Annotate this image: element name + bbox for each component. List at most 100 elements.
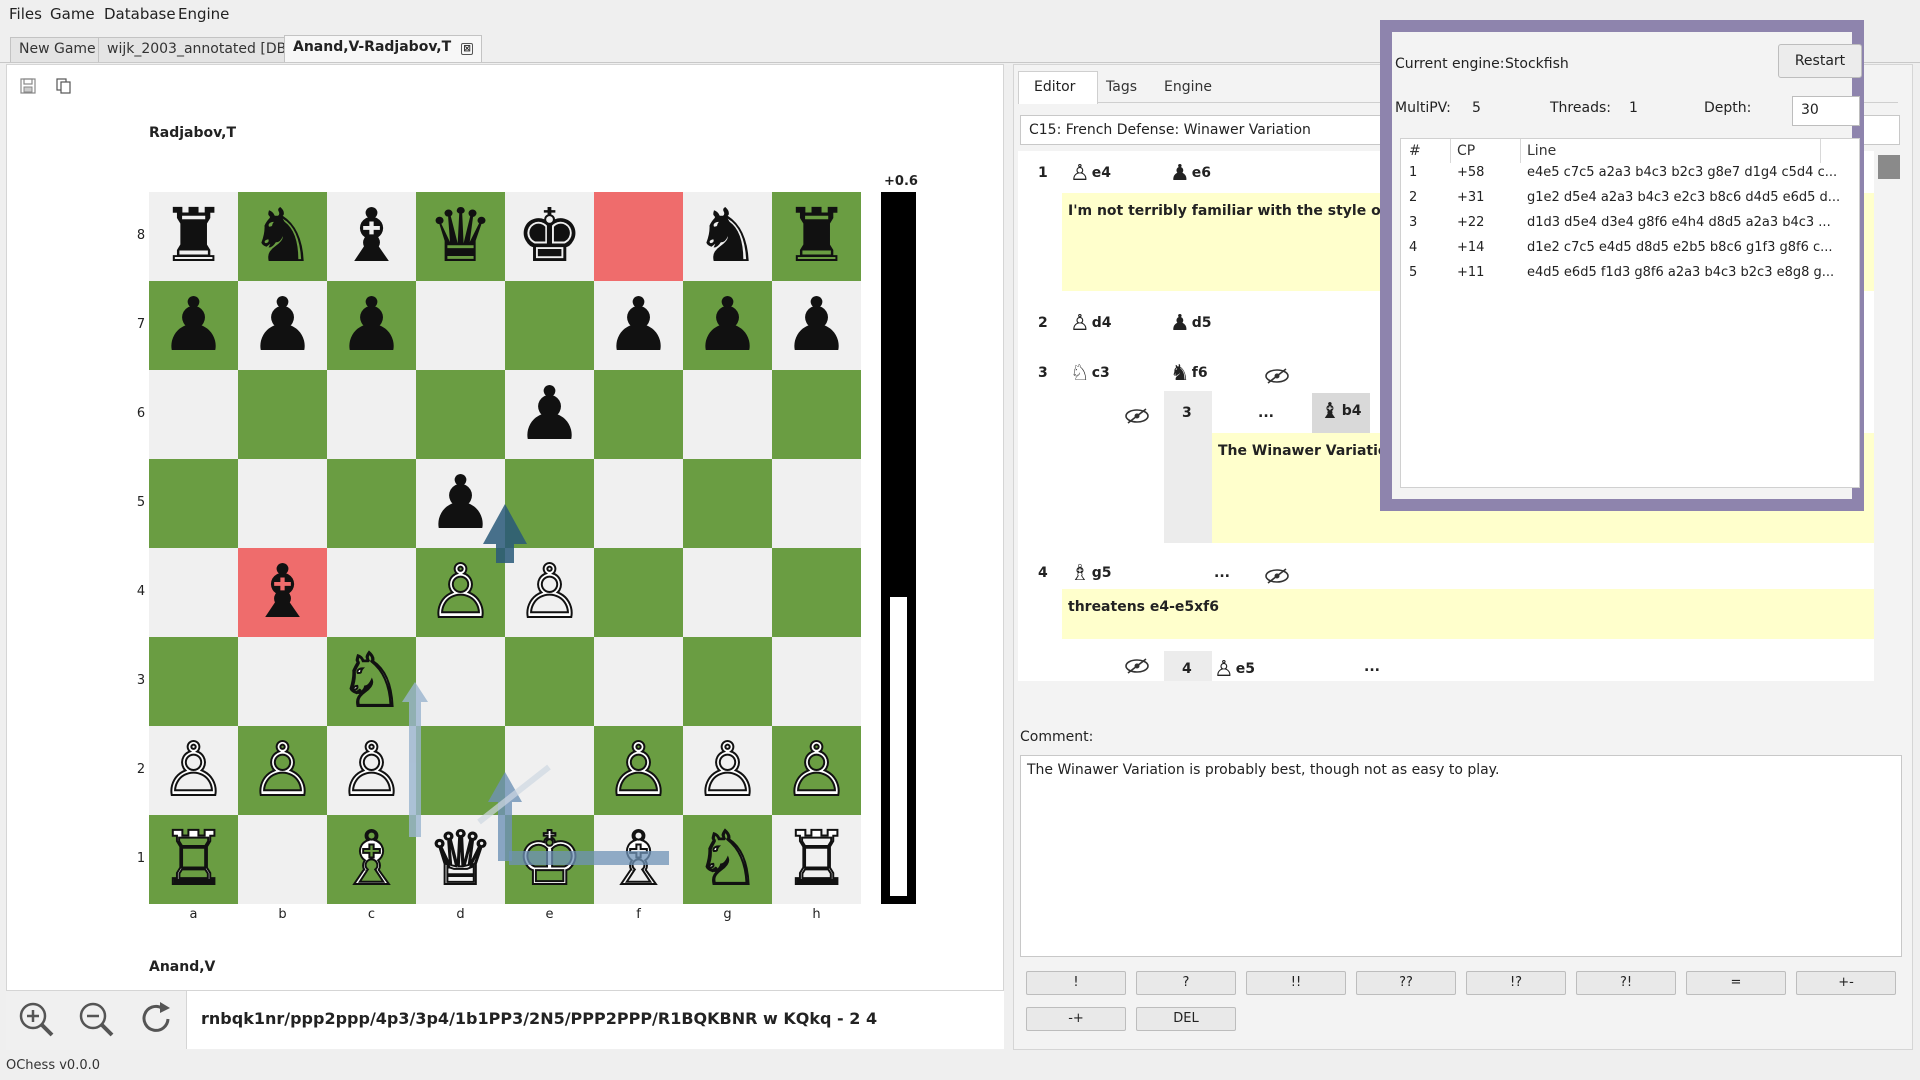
black-pawn-icon[interactable]: ♟ [238,281,327,370]
square-c3[interactable]: ♘ [327,637,416,726]
square-g1[interactable]: ♘ [683,815,772,904]
square-a7[interactable]: ♟ [149,281,238,370]
hide-variation-icon[interactable] [1264,367,1290,385]
zoom-out-icon[interactable] [76,999,116,1039]
multipv-value[interactable]: 5 [1472,100,1481,116]
square-d1[interactable]: ♕ [416,815,505,904]
white-rook-icon[interactable]: ♖ [149,815,238,904]
square-g3[interactable] [683,637,772,726]
square-c4[interactable] [327,548,416,637]
white-rook-icon[interactable]: ♖ [772,815,861,904]
square-d8[interactable]: ♛ [416,192,505,281]
white-pawn-icon[interactable]: ♙ [683,726,772,815]
square-d7[interactable] [416,281,505,370]
move-comment[interactable]: threatens e4-e5xf6 [1062,589,1888,639]
square-g7[interactable]: ♟ [683,281,772,370]
nag-black-winning-button[interactable]: -+ [1026,1007,1126,1031]
tab-engine[interactable]: Engine [1164,79,1212,95]
square-f3[interactable] [594,637,683,726]
square-g2[interactable]: ♙ [683,726,772,815]
square-h5[interactable] [772,459,861,548]
menu-database[interactable]: Database [104,5,176,23]
move-white[interactable]: ♙ d4 [1070,311,1112,336]
restart-button[interactable]: Restart [1778,44,1862,78]
black-king-icon[interactable]: ♚ [505,192,594,281]
move-white[interactable]: ♘ c3 [1070,361,1110,386]
square-a2[interactable]: ♙ [149,726,238,815]
depth-input[interactable]: 30 [1792,96,1860,126]
square-h1[interactable]: ♖ [772,815,861,904]
tab-editor[interactable]: Editor [1034,79,1075,95]
square-a6[interactable] [149,370,238,459]
black-bishop-icon[interactable]: ♝ [238,548,327,637]
square-b3[interactable] [238,637,327,726]
white-pawn-icon[interactable]: ♙ [416,548,505,637]
white-queen-icon[interactable]: ♕ [416,815,505,904]
white-king-icon[interactable]: ♔ [505,815,594,904]
nag-brilliant-button[interactable]: !! [1246,971,1346,995]
square-h4[interactable] [772,548,861,637]
move-black-selected[interactable]: ♝ b4 [1312,393,1370,433]
square-e4[interactable]: ♙ [505,548,594,637]
square-c6[interactable] [327,370,416,459]
square-f8[interactable] [594,192,683,281]
black-pawn-icon[interactable]: ♟ [416,459,505,548]
square-e8[interactable]: ♚ [505,192,594,281]
square-e5[interactable] [505,459,594,548]
square-b6[interactable] [238,370,327,459]
square-c5[interactable] [327,459,416,548]
square-b5[interactable] [238,459,327,548]
nag-good-button[interactable]: ! [1026,971,1126,995]
black-queen-icon[interactable]: ♛ [416,192,505,281]
black-rook-icon[interactable]: ♜ [149,192,238,281]
square-a8[interactable]: ♜ [149,192,238,281]
square-h6[interactable] [772,370,861,459]
scrollbar-thumb[interactable] [1878,155,1900,179]
black-pawn-icon[interactable]: ♟ [505,370,594,459]
square-h2[interactable]: ♙ [772,726,861,815]
menu-game[interactable]: Game [50,5,95,23]
square-g6[interactable] [683,370,772,459]
square-d6[interactable] [416,370,505,459]
copy-icon[interactable] [55,77,73,95]
white-pawn-icon[interactable]: ♙ [594,726,683,815]
square-d4[interactable]: ♙ [416,548,505,637]
black-pawn-icon[interactable]: ♟ [149,281,238,370]
square-d3[interactable] [416,637,505,726]
square-f2[interactable]: ♙ [594,726,683,815]
square-c8[interactable]: ♝ [327,192,416,281]
move-black[interactable]: ♟ d5 [1170,311,1212,336]
zoom-in-icon[interactable] [16,999,56,1039]
white-pawn-icon[interactable]: ♙ [772,726,861,815]
nag-blunder-button[interactable]: ?? [1356,971,1456,995]
black-pawn-icon[interactable]: ♟ [772,281,861,370]
white-knight-icon[interactable]: ♘ [683,815,772,904]
tab-tags[interactable]: Tags [1106,79,1137,95]
chess-board[interactable]: ♜ ♞ ♝ ♛ ♚ ♞ ♜ ♟ ♟ ♟ ♟ ♟ ♟ ♟ ♟ ♝ ♙ ♙ ♘ ♙ ♙ ♙ ♙ ♙ ♙ ♖ ♗ ♕ ♔ ♗ ♘ ♖ [149,192,861,904]
square-g5[interactable] [683,459,772,548]
square-e3[interactable] [505,637,594,726]
square-c7[interactable]: ♟ [327,281,416,370]
square-g4[interactable] [683,548,772,637]
square-f6[interactable] [594,370,683,459]
square-b4[interactable]: ♝ [238,548,327,637]
square-a4[interactable] [149,548,238,637]
flip-board-icon[interactable] [136,999,176,1039]
square-c1[interactable]: ♗ [327,815,416,904]
square-h7[interactable]: ♟ [772,281,861,370]
square-a1[interactable]: ♖ [149,815,238,904]
square-e7[interactable] [505,281,594,370]
square-f5[interactable] [594,459,683,548]
menu-engine[interactable]: Engine [178,5,229,23]
move-black[interactable]: ♞ f6 [1170,361,1208,386]
square-f7[interactable]: ♟ [594,281,683,370]
menu-files[interactable]: Files [9,5,42,23]
square-h3[interactable] [772,637,861,726]
black-rook-icon[interactable]: ♜ [772,192,861,281]
square-b7[interactable]: ♟ [238,281,327,370]
black-bishop-icon[interactable]: ♝ [327,192,416,281]
square-a3[interactable] [149,637,238,726]
nag-dubious-button[interactable]: ?! [1576,971,1676,995]
black-pawn-icon[interactable]: ♟ [327,281,416,370]
tab-wijk-db[interactable]: wijk_2003_annotated [DB] [98,37,301,62]
